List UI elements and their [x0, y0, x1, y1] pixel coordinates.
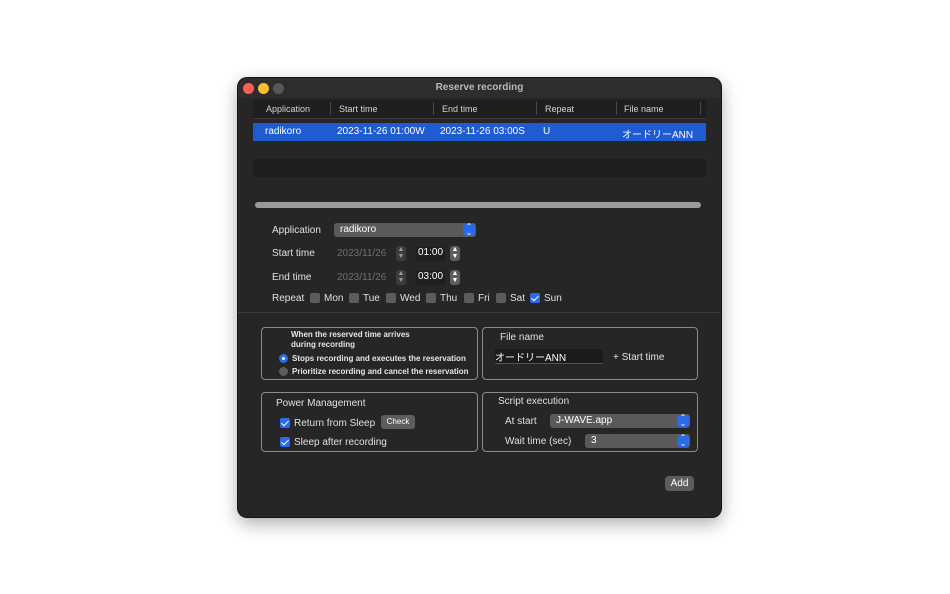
add-button[interactable]: Add: [665, 476, 694, 491]
cell-end-time: 2023-11-26 03:00S: [440, 126, 525, 137]
column-header-repeat[interactable]: Repeat: [545, 104, 574, 114]
label-mon: Mon: [324, 293, 344, 304]
power-management-label: Power Management: [276, 398, 366, 409]
end-time-label: End time: [272, 272, 312, 283]
section-divider: [238, 312, 721, 313]
at-start-popup[interactable]: J-WAVE.app ⌃ ⌄: [550, 414, 690, 428]
radio-prioritize-recording[interactable]: [279, 367, 288, 376]
at-start-value: J-WAVE.app: [556, 415, 613, 426]
chevron-updown-icon: ⌃ ⌄: [463, 223, 475, 237]
conflict-title-line1: When the reserved time arrives: [291, 330, 410, 339]
checkbox-return-from-sleep[interactable]: [280, 418, 290, 428]
table-header: Application Start time End time Repeat F…: [253, 100, 706, 119]
chevron-updown-icon: ⌃ ⌄: [677, 414, 689, 428]
end-time-field[interactable]: 03:00: [416, 271, 446, 285]
horizontal-scrollbar[interactable]: [255, 202, 701, 208]
script-execution-box: Script execution At start J-WAVE.app ⌃ ⌄ …: [482, 392, 698, 452]
column-divider[interactable]: [433, 102, 434, 115]
checkbox-sat[interactable]: [496, 293, 506, 303]
cell-application: radikoro: [265, 126, 302, 137]
sleep-after-recording-label: Sleep after recording: [294, 437, 387, 448]
power-management-box: Power Management Return from Sleep Check…: [261, 392, 478, 452]
return-from-sleep-label: Return from Sleep: [294, 418, 376, 429]
wait-time-label: Wait time (sec): [505, 436, 572, 447]
application-value: radikoro: [340, 224, 377, 235]
wait-time-popup[interactable]: 3 ⌃ ⌄: [585, 434, 690, 448]
option-prioritize-recording-label: Prioritize recording and cancel the rese…: [292, 367, 469, 376]
checkbox-sun[interactable]: [530, 293, 540, 303]
end-date-stepper[interactable]: ▲ ▼: [396, 270, 406, 285]
at-start-label: At start: [505, 416, 537, 427]
wait-time-value: 3: [591, 435, 597, 446]
label-sat: Sat: [510, 293, 526, 304]
end-time-stepper[interactable]: ▲ ▼: [450, 270, 460, 285]
conflict-options-box: When the reserved time arrives during re…: [261, 327, 478, 380]
check-button[interactable]: Check: [381, 415, 415, 429]
start-date-field[interactable]: 2023/11/26: [337, 248, 386, 262]
radio-stop-recording[interactable]: [279, 354, 288, 363]
column-divider[interactable]: [536, 102, 537, 115]
column-header-application[interactable]: Application: [266, 104, 310, 114]
application-label: Application: [272, 225, 321, 236]
checkbox-fri[interactable]: [464, 293, 474, 303]
conflict-title-line2: during recording: [291, 340, 355, 349]
end-date-field[interactable]: 2023/11/26: [337, 272, 386, 286]
column-divider[interactable]: [700, 102, 701, 115]
label-wed: Wed: [400, 293, 421, 304]
start-time-stepper[interactable]: ▲ ▼: [450, 246, 460, 261]
checkbox-tue[interactable]: [349, 293, 359, 303]
label-fri: Fri: [478, 293, 490, 304]
column-header-file-name[interactable]: File name: [624, 104, 664, 114]
start-date-stepper[interactable]: ▲ ▼: [396, 246, 406, 261]
checkbox-sleep-after-recording[interactable]: [280, 437, 290, 447]
file-name-input[interactable]: オードリーANN: [495, 349, 603, 364]
column-header-end-time[interactable]: End time: [442, 104, 478, 114]
start-time-field[interactable]: 01:00: [416, 247, 446, 261]
checkbox-thu[interactable]: [426, 293, 436, 303]
option-stop-recording-label: Stops recording and executes the reserva…: [292, 354, 466, 363]
chevron-updown-icon: ⌃ ⌄: [677, 434, 689, 448]
checkbox-mon[interactable]: [310, 293, 320, 303]
cell-repeat: U: [543, 126, 551, 137]
file-name-box: File name オードリーANN + Start time: [482, 327, 698, 380]
column-divider[interactable]: [330, 102, 331, 115]
file-name-label: File name: [500, 332, 544, 343]
file-name-suffix: + Start time: [613, 352, 665, 363]
checkbox-wed[interactable]: [386, 293, 396, 303]
column-header-start-time[interactable]: Start time: [339, 104, 378, 114]
cell-file-name: オードリーANN: [622, 130, 694, 141]
application-popup[interactable]: radikoro ⌃ ⌄: [334, 223, 476, 237]
cell-start-time: 2023-11-26 01:00W: [337, 126, 425, 137]
title-bar: Reserve recording: [238, 78, 721, 98]
reserve-recording-window: Reserve recording Application Start time…: [238, 78, 721, 517]
script-execution-label: Script execution: [498, 396, 570, 407]
label-tue: Tue: [363, 293, 380, 304]
column-divider[interactable]: [616, 102, 617, 115]
table-row[interactable]: radikoro 2023-11-26 01:00W 2023-11-26 03…: [253, 123, 706, 141]
repeat-label: Repeat: [272, 293, 305, 304]
start-time-label: Start time: [272, 248, 315, 259]
label-thu: Thu: [440, 293, 458, 304]
empty-row: [253, 177, 706, 195]
window-title: Reserve recording: [435, 82, 524, 93]
empty-row: [253, 159, 706, 177]
label-sun: Sun: [544, 293, 562, 304]
